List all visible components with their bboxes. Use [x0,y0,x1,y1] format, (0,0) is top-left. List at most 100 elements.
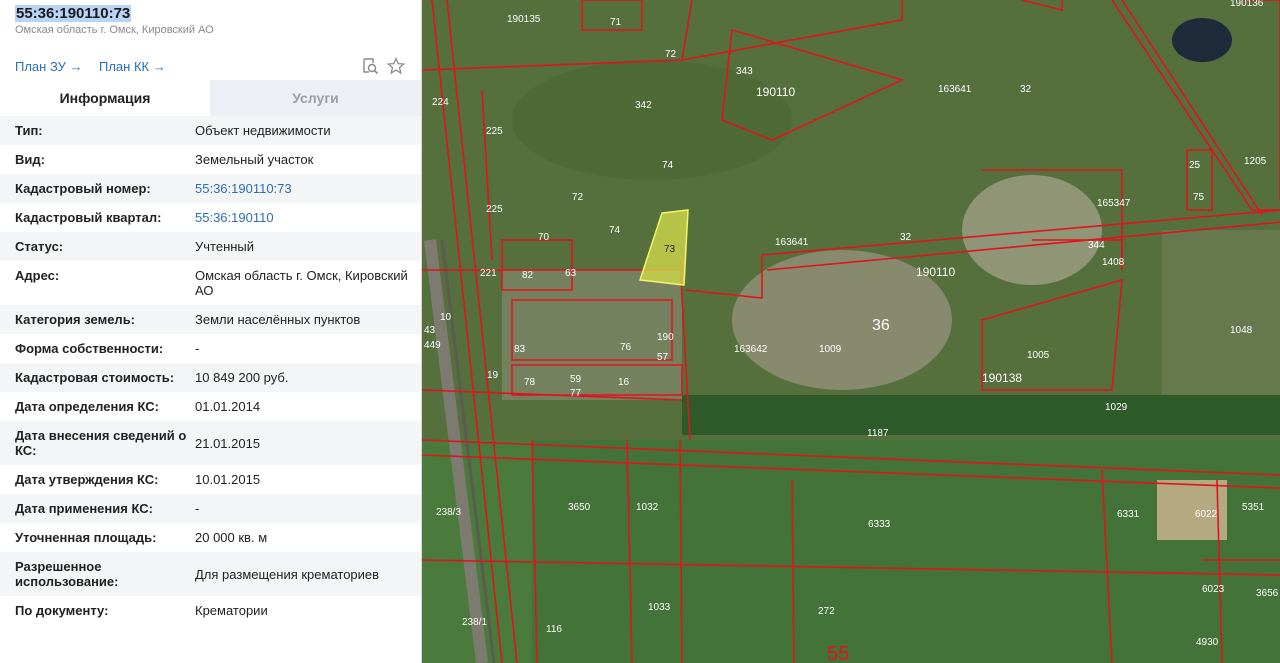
label-78: 78 [524,377,536,388]
label-1033: 1033 [648,602,671,613]
row-label: Дата внесения сведений о КС: [15,428,187,458]
label-163642: 163642 [734,344,768,355]
label-1032: 1032 [636,502,659,513]
label-3650: 3650 [568,502,591,513]
row-label: Дата применения КС: [15,501,153,516]
vegetation-patch [512,60,792,180]
row-value: - [195,501,200,516]
row-value: Земли населённых пунктов [195,312,361,327]
row-value: 10 849 200 руб. [195,370,289,385]
info-row-cadastral-value: Кадастровая стоимость: 10 849 200 руб. [0,363,421,392]
label-272: 272 [818,606,835,617]
label-6331: 6331 [1117,509,1140,520]
row-value: 21.01.2015 [195,436,261,451]
info-row-land-category: Категория земель: Земли населённых пункто… [0,305,421,334]
label-6023: 6023 [1202,584,1225,595]
row-label: Категория земель: [15,312,136,327]
label-449: 449 [424,340,441,351]
label-190135: 190135 [507,14,541,25]
dacha-plots [1162,230,1280,410]
cadastral-number-title: 55:36:190110:73 [15,5,132,22]
row-label: Адрес: [15,268,60,283]
row-value: Крематории [195,603,268,618]
plan-kk-link[interactable]: План КК → [99,59,166,74]
label-225a: 225 [486,126,503,137]
label-75: 75 [1193,192,1205,203]
row-label: Дата определения КС: [15,399,159,414]
label-1029: 1029 [1105,402,1128,413]
row-value: Омская область г. Омск, Кировский АО [195,268,408,298]
label-19: 19 [487,370,499,381]
label-32b: 32 [900,232,912,243]
label-190: 190 [657,332,674,343]
cadastral-quarter-link[interactable]: 55:36:190110 [195,203,421,232]
row-label: Статус: [15,239,64,254]
label-343: 343 [736,66,753,77]
label-71: 71 [610,17,622,28]
cadastral-number-link[interactable]: 55:36:190110:73 [195,174,421,203]
label-59: 59 [570,374,582,385]
info-row-ownership: Форма собственности: - [0,334,421,363]
label-83: 83 [514,344,526,355]
label-221: 221 [480,268,497,279]
label-6022: 6022 [1195,509,1218,520]
row-label: Кадастровая стоимость: [15,370,175,385]
label-4930: 4930 [1196,637,1219,648]
label-116: 116 [546,624,562,635]
tab-information[interactable]: Информация [0,80,210,116]
zoom-to-object-icon[interactable] [361,57,379,75]
row-label: Разрешенное использование: [15,559,119,589]
label-10: 10 [440,312,452,323]
label-82: 82 [522,270,534,281]
label-43: 43 [424,325,436,336]
label-6333: 6333 [868,519,891,530]
label-1187: 1187 [867,428,889,439]
label-1009: 1009 [819,344,842,355]
info-row-cadastral-number: Кадастровый номер: 55:36:190110:73 [0,174,421,203]
row-value: Для размещения крематориев [195,567,380,582]
info-row-address: Адрес: Омская область г. Омск, Кировский … [0,261,421,305]
info-table: Тип: Объект недвижимости Вид: Земельный уч… [0,116,421,625]
row-label: Форма собственности: [15,341,164,356]
label-190138: 190138 [982,371,1022,385]
label-342: 342 [635,100,652,111]
label-76: 76 [620,342,632,353]
label-190110a: 190110 [756,85,795,99]
row-label: Вид: [15,152,45,167]
row-value: 20 000 кв. м [195,530,268,545]
row-label: Дата утверждения КС: [15,472,159,487]
row-value: 01.01.2014 [195,399,261,414]
info-row-approval-date: Дата утверждения КС: 10.01.2015 [0,465,421,494]
plan-zu-link[interactable]: План ЗУ → [15,59,83,74]
row-label: Тип: [15,123,43,138]
label-1408: 1408 [1102,257,1125,268]
row-value: Земельный участок [195,152,314,167]
row-label: Уточненная площадь: [15,530,157,545]
label-74b: 74 [609,225,621,236]
label-344: 344 [1088,240,1105,251]
favorite-star-icon[interactable] [386,56,406,75]
label-70: 70 [538,232,550,243]
label-190136: 190136 [1230,0,1264,9]
map-canvas: 190135 71 72 343 342 190110 163641 32 22… [422,0,1280,663]
info-row-entry-date: Дата внесения сведений о КС: 21.01.2015 [0,421,421,465]
label-163641a: 163641 [938,84,972,95]
info-row-kind: Вид: Земельный участок [0,145,421,174]
tab-services[interactable]: Услуги [210,80,421,116]
cadastral-map[interactable]: 190135 71 72 343 342 190110 163641 32 22… [422,0,1280,663]
info-row-area: Уточненная площадь: 20 000 кв. м [0,523,421,552]
label-1005: 1005 [1027,350,1050,361]
label-190110b: 190110 [916,265,955,279]
label-1205: 1205 [1244,156,1267,167]
label-77: 77 [570,388,582,399]
label-16: 16 [618,377,630,388]
info-row-valuation-date: Дата определения КС: 01.01.2014 [0,392,421,421]
info-row-status: Статус: Учтенный [0,232,421,261]
tree-belt [682,395,1280,435]
label-238-3: 238/3 [436,507,461,518]
label-57: 57 [657,352,669,363]
label-1048: 1048 [1230,325,1253,336]
address-subtitle: Омская область г. Омск, Кировский АО [15,24,214,36]
row-value: Объект недвижимости [195,123,331,138]
label-165347: 165347 [1097,198,1131,209]
